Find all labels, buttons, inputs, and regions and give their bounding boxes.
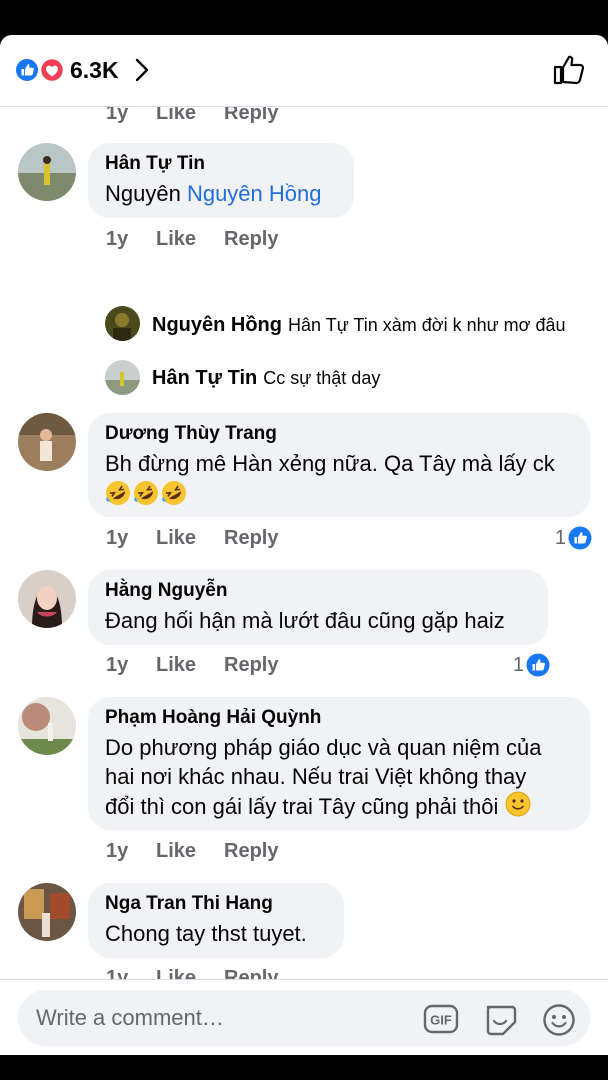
reply-action[interactable]: Reply	[224, 227, 278, 251]
reaction-count[interactable]: 6.3K	[70, 57, 119, 83]
user-photo	[18, 883, 76, 941]
comment-composer: Write a comment… GIF	[0, 979, 608, 1055]
like-badge-icon	[568, 526, 592, 550]
svg-text:GIF: GIF	[430, 1013, 452, 1028]
like-badge-icon	[526, 653, 550, 677]
user-photo	[18, 143, 76, 201]
like-action[interactable]: Like	[156, 227, 196, 251]
rolling-laughing-emoji	[134, 481, 158, 505]
reply-author[interactable]: Nguyên Hồng	[152, 314, 282, 336]
user-photo	[105, 360, 140, 395]
user-photo	[18, 413, 76, 471]
reply-author[interactable]: Hân Tự Tin	[152, 367, 257, 389]
user-photo	[105, 306, 140, 341]
reply-item[interactable]: Nguyên Hồng Hân Tự Tin xàm đời k như mơ đ…	[152, 313, 565, 337]
gif-icon[interactable]: GIF	[423, 1003, 459, 1035]
comment-time: 1y	[106, 228, 129, 250]
reactions-header: 6.3K	[0, 35, 608, 107]
comment-list: 1y Like Reply Hân Tự Tin Nguyên Nguyên H…	[0, 107, 608, 985]
chevron-right-icon[interactable]	[134, 57, 150, 83]
reply-action[interactable]: Reply	[224, 107, 278, 125]
comment-text-line: hai nơi khác nhau. Nếu trai Việt không t…	[105, 764, 527, 789]
reply-text: Cc sự thật day	[263, 368, 381, 388]
comment-text: Đang hối hận mà lướt đâu cũng gặp haiz	[105, 608, 505, 633]
comment-time: 1y	[106, 654, 129, 676]
reply-item[interactable]: Hân Tự Tin Cc sự thật day	[152, 366, 380, 390]
comment-input-placeholder: Write a comment…	[36, 1005, 224, 1030]
comment-bubble[interactable]: Nga Tran Thi Hang Chong tay thst tuyet.	[88, 883, 344, 958]
user-photo	[18, 697, 76, 755]
reply-avatar[interactable]	[105, 360, 140, 395]
comment-like-count[interactable]: 1	[540, 526, 592, 550]
like-count: 1	[554, 527, 566, 549]
like-thumb-icon[interactable]	[552, 54, 586, 86]
slight-smile-emoji	[505, 791, 531, 817]
comment-time: 1y	[106, 527, 129, 549]
avatar[interactable]	[18, 570, 76, 628]
reactions-summary[interactable]	[15, 58, 65, 82]
commenter-name[interactable]: Phạm Hoàng Hải Quỳnh	[105, 706, 573, 730]
commenter-name[interactable]: Nga Tran Thi Hang	[105, 892, 327, 916]
comment-text-prefix: Nguyên	[105, 181, 187, 206]
user-photo	[18, 570, 76, 628]
comment-like-count[interactable]: 1	[498, 653, 550, 677]
comments-sheet: 6.3K 1y Like Reply Hân Tự Tin Nguyên Ngu…	[0, 35, 608, 1055]
comment-text-line: Do phương pháp giáo dục và quan niệm của	[105, 735, 542, 760]
reply-text: Hân Tự Tin xàm đời k như mơ đâu	[288, 315, 566, 335]
like-action[interactable]: Like	[156, 526, 196, 550]
comment-bubble[interactable]: Dương Thùy Trang Bh đừng mê Hàn xẻng nữa…	[88, 413, 590, 517]
comment-bubble[interactable]: Phạm Hoàng Hải Quỳnh Do phương pháp giáo…	[88, 697, 590, 830]
rolling-laughing-emoji	[106, 481, 130, 505]
avatar[interactable]	[18, 413, 76, 471]
comment-text: Do phương pháp giáo dục và quan niệm của…	[105, 733, 573, 821]
avatar[interactable]	[18, 697, 76, 755]
comment-text-line-with-emoji: đổi thì con gái lấy trai Tây cũng phải t…	[105, 791, 573, 821]
reply-avatar[interactable]	[105, 306, 140, 341]
comment-bubble[interactable]: Hân Tự Tin Nguyên Nguyên Hồng	[88, 143, 354, 218]
comment-text-line: đổi thì con gái lấy trai Tây cũng phải t…	[105, 794, 499, 819]
commenter-name[interactable]: Hằng Nguyễn	[105, 579, 531, 603]
like-action[interactable]: Like	[156, 653, 196, 677]
mention-link[interactable]: Nguyên Hồng	[187, 181, 322, 206]
rolling-laughing-emoji	[162, 481, 186, 505]
like-count: 1	[512, 654, 524, 676]
like-action[interactable]: Like	[156, 839, 196, 863]
avatar[interactable]	[18, 883, 76, 941]
avatar[interactable]	[18, 143, 76, 201]
emoji-icon[interactable]	[542, 1003, 576, 1037]
comment-time: 1y	[106, 107, 129, 124]
like-action[interactable]: Like	[156, 107, 196, 125]
comment-time: 1y	[106, 840, 129, 862]
sticker-icon[interactable]	[482, 1003, 518, 1037]
comment-bubble[interactable]: Hằng Nguyễn Đang hối hận mà lướt đâu cũn…	[88, 570, 548, 645]
reply-action[interactable]: Reply	[224, 653, 278, 677]
comment-text: Bh đừng mê Hàn xẻng nữa. Qa Tây mà lấy c…	[105, 451, 555, 476]
love-reaction-icon	[39, 58, 65, 82]
reply-action[interactable]: Reply	[224, 839, 278, 863]
reply-action[interactable]: Reply	[224, 526, 278, 550]
comment-text: Nguyên Nguyên Hồng	[105, 179, 337, 208]
comment-input[interactable]: Write a comment… GIF	[18, 990, 590, 1046]
emoji-row	[105, 480, 573, 506]
commenter-name[interactable]: Hân Tự Tin	[105, 152, 337, 176]
comment-text: Chong tay thst tuyet.	[105, 921, 307, 946]
commenter-name[interactable]: Dương Thùy Trang	[105, 422, 573, 446]
